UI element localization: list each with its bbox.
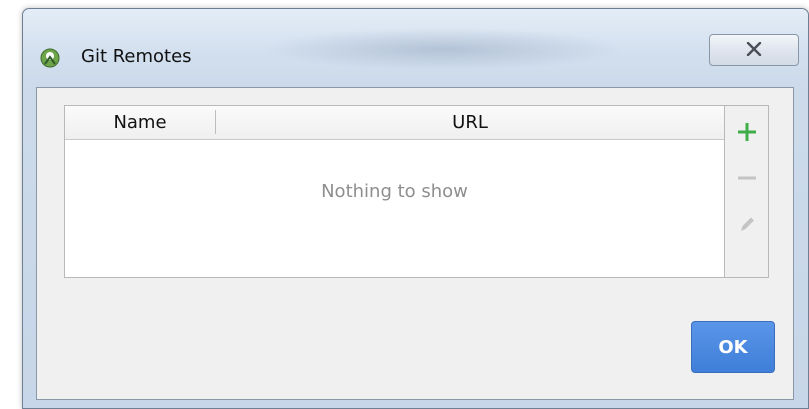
column-header-name[interactable]: Name bbox=[65, 106, 215, 139]
ok-button[interactable]: OK bbox=[691, 321, 775, 373]
title-bar[interactable]: Git Remotes bbox=[23, 9, 808, 85]
table-header: Name URL bbox=[65, 106, 724, 140]
close-button[interactable] bbox=[709, 34, 799, 66]
pencil-icon bbox=[736, 213, 758, 239]
remove-remote-button[interactable] bbox=[725, 158, 769, 202]
window-title: Git Remotes bbox=[81, 46, 192, 67]
git-remotes-dialog: Git Remotes Name URL Nothing to show OK bbox=[22, 8, 809, 409]
plus-icon bbox=[736, 121, 758, 147]
dialog-content: Name URL Nothing to show OK bbox=[36, 87, 794, 400]
empty-table-message: Nothing to show bbox=[321, 181, 468, 202]
android-studio-icon bbox=[40, 48, 60, 68]
table-toolbar bbox=[725, 105, 769, 278]
minus-icon bbox=[736, 167, 758, 193]
add-remote-button[interactable] bbox=[725, 112, 769, 156]
remotes-table[interactable]: Name URL Nothing to show bbox=[64, 105, 725, 278]
close-icon bbox=[746, 41, 762, 60]
column-header-url[interactable]: URL bbox=[216, 106, 724, 139]
edit-remote-button[interactable] bbox=[725, 204, 769, 248]
